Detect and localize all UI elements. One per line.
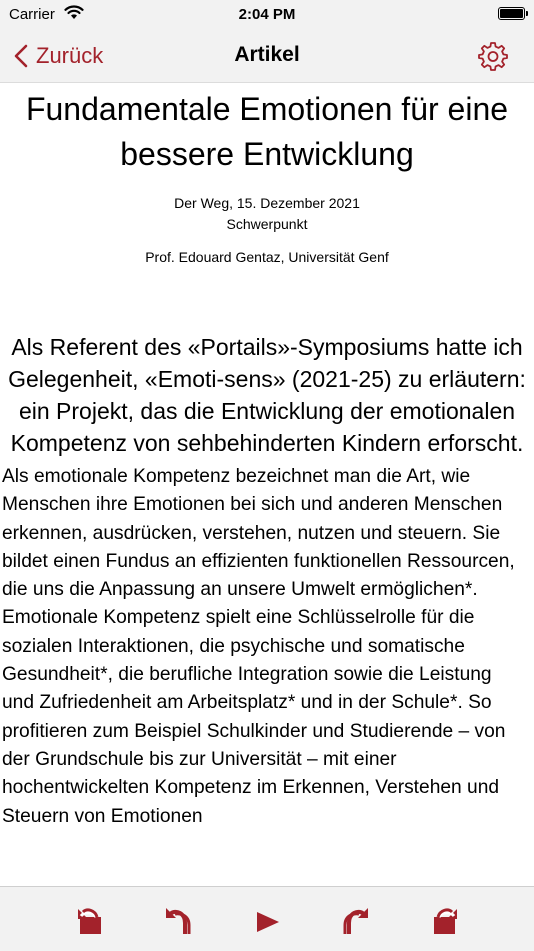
jump-back-icon <box>74 905 106 937</box>
article-lead: Als Referent des «Portails»-Symposiums h… <box>8 334 526 456</box>
jump-back-button[interactable] <box>74 905 106 937</box>
gear-icon <box>478 42 508 75</box>
navigation-bar: Zurück Artikel <box>0 30 534 83</box>
article-meta: Der Weg, 15. Dezember 2021 Schwerpunkt <box>0 193 534 235</box>
skip-forward-icon <box>341 905 373 937</box>
jump-forward-icon <box>429 905 461 937</box>
settings-button[interactable] <box>478 41 508 71</box>
article-source-date: Der Weg, 15. Dezember 2021 <box>174 195 360 211</box>
play-button[interactable] <box>252 905 284 937</box>
playback-toolbar <box>0 886 534 951</box>
article-content[interactable]: Fundamentale Emotionen für eine bessere … <box>0 83 534 886</box>
article-title: Fundamentale Emotionen für eine bessere … <box>25 91 509 172</box>
skip-back-icon <box>161 905 193 937</box>
battery-icon <box>498 7 528 20</box>
jump-forward-button[interactable] <box>429 905 461 937</box>
skip-back-button[interactable] <box>161 905 193 937</box>
article-body: Als emotionale Kompetenz bezeichnet man … <box>2 466 515 827</box>
clock: 2:04 PM <box>238 6 296 23</box>
article-section: Schwerpunkt <box>226 216 308 232</box>
page-title: Artikel <box>234 43 300 66</box>
play-icon <box>252 905 284 937</box>
skip-forward-button[interactable] <box>341 905 373 937</box>
article-author: Prof. Edouard Gentaz, Universität Genf <box>145 249 389 265</box>
status-bar: Carrier 2:04 PM <box>0 0 534 30</box>
